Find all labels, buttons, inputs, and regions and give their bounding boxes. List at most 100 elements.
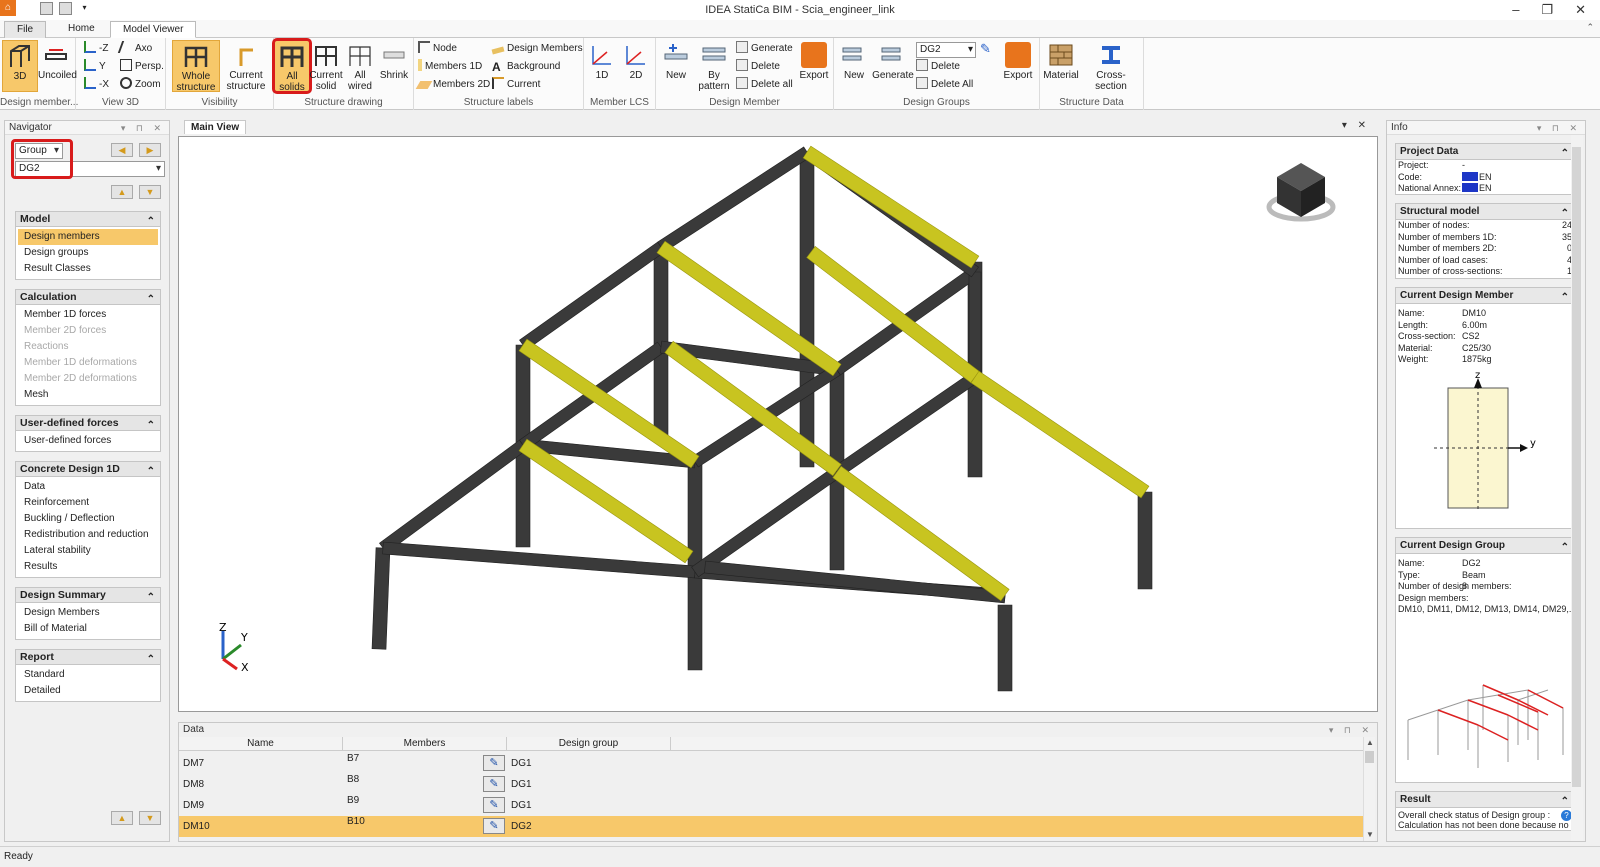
app-logo-icon[interactable]: ⌂ xyxy=(0,0,16,16)
column[interactable] xyxy=(997,604,1013,692)
current-solid-button[interactable]: Current solid xyxy=(308,40,344,92)
nav-item-redistribution-and-reduction[interactable]: Redistribution and reduction xyxy=(18,527,158,543)
scroll-down-icon[interactable]: ▼ xyxy=(1364,829,1376,841)
section-header[interactable]: Current Design Group xyxy=(1396,538,1574,556)
nav-item-results[interactable]: Results xyxy=(18,559,158,575)
lcs-1d-button[interactable]: 1D xyxy=(586,40,618,92)
material-button[interactable]: Material xyxy=(1042,40,1080,92)
edit-members-pencil-icon[interactable]: ✎ xyxy=(483,755,505,771)
minimize-button[interactable]: – xyxy=(1512,2,1519,18)
scroll-up-icon[interactable]: ▲ xyxy=(1364,737,1376,749)
beam[interactable] xyxy=(519,241,665,351)
uncoiled-button[interactable]: Uncoiled xyxy=(38,40,77,92)
nav-item-design-members[interactable]: Design Members xyxy=(18,605,158,621)
move-down-arrow-icon[interactable]: ▼ xyxy=(139,185,161,199)
delete-member-button[interactable]: Delete xyxy=(736,59,780,75)
structure-model[interactable]: ZY X xyxy=(179,137,1377,711)
tab-main-view[interactable]: Main View xyxy=(184,120,247,134)
view-y-button[interactable]: Y xyxy=(84,59,106,75)
tab-model-viewer[interactable]: Model Viewer xyxy=(110,21,197,38)
all-wired-button[interactable]: All wired xyxy=(342,40,378,92)
section-header[interactable]: Project Data xyxy=(1396,144,1574,162)
nav-item-reinforcement[interactable]: Reinforcement xyxy=(18,495,158,511)
nav-item-detailed[interactable]: Detailed xyxy=(18,683,158,699)
nav-section-header[interactable]: Concrete Design 1D xyxy=(15,461,161,479)
save-icon[interactable] xyxy=(40,2,53,15)
members-2d-label-button[interactable]: Members 2D xyxy=(415,77,490,93)
new-design-group-button[interactable]: New xyxy=(836,40,872,92)
export-group-button[interactable]: Export xyxy=(1000,40,1036,92)
delete-group-button[interactable]: Delete xyxy=(916,59,960,75)
shrink-button[interactable]: Shrink xyxy=(376,40,412,92)
new-design-member-button[interactable]: New xyxy=(658,40,694,92)
column[interactable] xyxy=(1137,491,1153,590)
export-member-button[interactable]: Export xyxy=(796,40,832,92)
column-header-members[interactable]: Members xyxy=(343,737,507,751)
nav-item-buckling-deflection[interactable]: Buckling / Deflection xyxy=(18,511,158,527)
nav-item-result-classes[interactable]: Result Classes xyxy=(18,261,158,277)
nav-section-header[interactable]: Calculation xyxy=(15,289,161,307)
members-1d-label-button[interactable]: Members 1D xyxy=(418,59,482,75)
info-scrollbar[interactable] xyxy=(1571,135,1583,841)
nav-item-design-groups[interactable]: Design groups xyxy=(18,245,158,261)
section-header[interactable]: Result xyxy=(1396,792,1574,810)
design-group-beam[interactable] xyxy=(970,370,1150,499)
design-members-label-button[interactable]: Design Members xyxy=(491,41,583,57)
view-minus-z-button[interactable]: -Z xyxy=(84,41,108,57)
open-folder-icon[interactable] xyxy=(59,2,72,15)
beam[interactable] xyxy=(968,271,982,378)
view-persp-button[interactable]: Persp. xyxy=(120,59,164,75)
nav-item-design-members[interactable]: Design members xyxy=(18,229,158,245)
delete-all-groups-button[interactable]: Delete All xyxy=(916,77,973,93)
nav-item-user-defined-forces[interactable]: User-defined forces xyxy=(18,433,158,449)
section-header[interactable]: Structural model xyxy=(1396,204,1574,222)
by-pattern-button[interactable]: By pattern xyxy=(696,40,732,92)
close-button[interactable]: ✕ xyxy=(1575,2,1586,18)
design-group-beam[interactable] xyxy=(802,145,980,269)
nav-item-mesh[interactable]: Mesh xyxy=(18,387,158,403)
generate-member-button[interactable]: Generate xyxy=(736,41,793,57)
section-header[interactable]: Current Design Member xyxy=(1396,288,1574,306)
column-header-design-group[interactable]: Design group xyxy=(507,737,671,751)
current-structure-button[interactable]: Current structure xyxy=(222,40,270,92)
nav-section-header[interactable]: Model xyxy=(15,211,161,229)
view-minus-x-button[interactable]: -X xyxy=(84,77,109,93)
column[interactable] xyxy=(371,547,391,650)
panel-controls[interactable]: ▾ ⊓ ✕ xyxy=(121,121,165,135)
edit-members-pencil-icon[interactable]: ✎ xyxy=(483,776,505,792)
maximize-button[interactable]: ❐ xyxy=(1541,2,1553,18)
edit-members-pencil-icon[interactable]: ✎ xyxy=(483,818,505,834)
panel-controls[interactable]: ▾ ⊓ ✕ xyxy=(1329,723,1373,737)
beam[interactable] xyxy=(833,371,979,478)
delete-all-members-button[interactable]: Delete all xyxy=(736,77,793,93)
current-label-button[interactable]: Current xyxy=(492,77,540,93)
background-label-button[interactable]: A Background xyxy=(492,59,560,75)
scroll-down-arrow-icon[interactable]: ▼ xyxy=(139,811,161,825)
column[interactable] xyxy=(799,151,815,468)
nav-section-header[interactable]: Design Summary xyxy=(15,587,161,605)
node-label-button[interactable]: Node xyxy=(418,41,457,57)
view-axo-button[interactable]: Axo xyxy=(117,41,152,57)
cross-section-button[interactable]: Cross-section xyxy=(1082,40,1140,92)
main-view-controls[interactable]: ▾ ✕ xyxy=(1342,120,1370,131)
edit-pencil-icon[interactable]: ✎ xyxy=(980,41,991,57)
whole-structure-button[interactable]: Whole structure xyxy=(172,40,220,93)
scroll-thumb[interactable] xyxy=(1365,751,1374,763)
tab-file[interactable]: File xyxy=(4,21,47,38)
next-arrow-icon[interactable]: ▶ xyxy=(139,143,161,157)
beam[interactable] xyxy=(657,146,811,253)
move-up-arrow-icon[interactable]: ▲ xyxy=(111,185,133,199)
nav-item-member-1d-forces[interactable]: Member 1D forces xyxy=(18,307,158,323)
all-solids-button[interactable]: All solids xyxy=(272,38,312,94)
previous-arrow-icon[interactable]: ◀ xyxy=(111,143,133,157)
lcs-2d-button[interactable]: 2D xyxy=(620,40,652,92)
nav-item-lateral-stability[interactable]: Lateral stability xyxy=(18,543,158,559)
column-header-name[interactable]: Name xyxy=(179,737,343,751)
nav-section-header[interactable]: Report xyxy=(15,649,161,667)
edit-members-pencil-icon[interactable]: ✎ xyxy=(483,797,505,813)
tab-home[interactable]: Home xyxy=(56,21,107,38)
scroll-up-arrow-icon[interactable]: ▲ xyxy=(111,811,133,825)
beam[interactable] xyxy=(691,466,841,578)
nav-item-standard[interactable]: Standard xyxy=(18,667,158,683)
beam[interactable] xyxy=(382,541,696,579)
